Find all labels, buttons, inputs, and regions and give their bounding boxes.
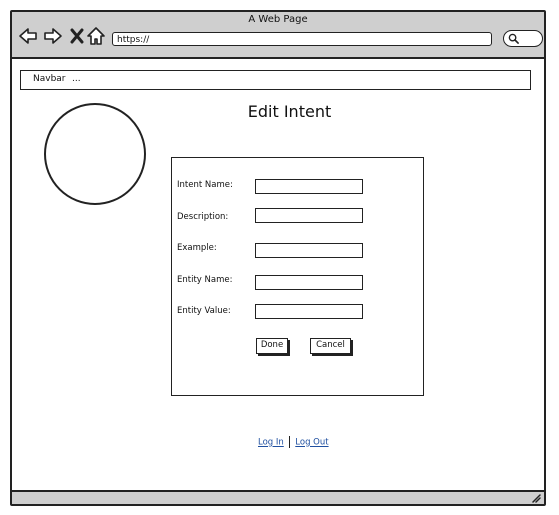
close-x-icon[interactable] (67, 26, 87, 46)
description-input[interactable] (255, 208, 363, 223)
avatar (44, 103, 146, 205)
edit-intent-form: Intent Name: Description: Example: Entit… (171, 157, 424, 396)
example-input[interactable] (255, 243, 363, 258)
navbar: Navbar ... (20, 70, 531, 90)
page-title: Edit Intent (247, 102, 332, 121)
search-icon (508, 33, 519, 44)
intent-name-label: Intent Name: (177, 180, 233, 190)
description-label: Description: (177, 212, 229, 222)
example-label: Example: (177, 243, 217, 253)
window-title: A Web Page (248, 14, 308, 25)
navbar-more[interactable]: ... (72, 71, 81, 88)
resize-grip-icon[interactable] (531, 493, 541, 503)
entity-name-label: Entity Name: (177, 275, 233, 285)
done-button[interactable]: Done (256, 338, 288, 354)
intent-name-input[interactable] (255, 179, 363, 194)
forward-arrow-icon[interactable] (43, 26, 63, 46)
entity-value-label: Entity Value: (177, 306, 231, 316)
home-icon[interactable] (86, 26, 106, 46)
status-bar (12, 490, 544, 504)
browser-window: A Web Page https:// Navbar ... Edit Inte… (10, 10, 546, 506)
link-separator (288, 436, 291, 448)
entity-value-input[interactable] (255, 304, 363, 319)
entity-name-input[interactable] (255, 275, 363, 290)
logout-link[interactable]: Log Out (295, 438, 328, 448)
search-button[interactable] (503, 30, 543, 47)
navbar-brand[interactable]: Navbar (33, 71, 66, 88)
title-bar: A Web Page https:// (12, 12, 544, 59)
back-arrow-icon[interactable] (18, 26, 38, 46)
cancel-button[interactable]: Cancel (310, 338, 351, 354)
login-link[interactable]: Log In (258, 438, 284, 448)
auth-links: Log In Log Out (258, 436, 329, 448)
address-bar[interactable]: https:// (112, 32, 492, 46)
